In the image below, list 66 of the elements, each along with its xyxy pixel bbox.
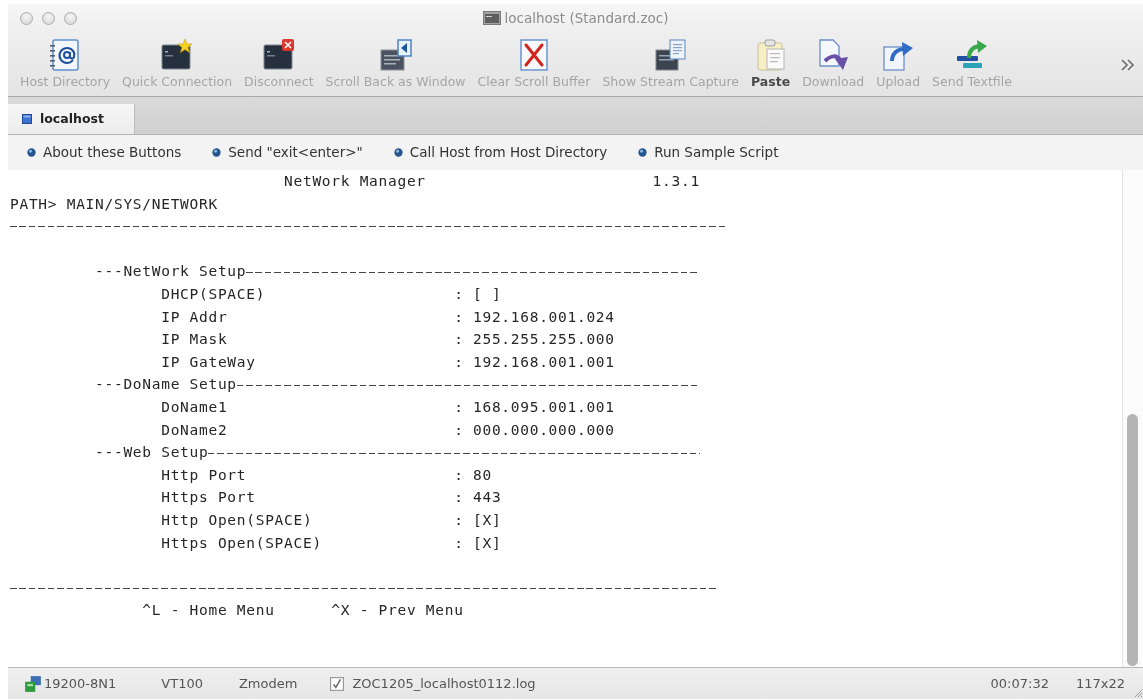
field-value: : 168.095.001.001 <box>454 397 615 417</box>
document-arrow-icon <box>882 39 915 71</box>
section-title: ---NetWork Setup <box>95 262 247 282</box>
field-label: IP Addr <box>161 307 228 327</box>
field-value: : [X] <box>454 510 502 530</box>
toolbar-button[interactable]: Paste <box>751 39 791 96</box>
document-arrow-icon <box>817 39 850 71</box>
script-button[interactable]: Call Host from Host Directory <box>393 142 608 163</box>
field-label: Http Port <box>161 465 247 485</box>
script-button[interactable]: Run Sample Script <box>638 142 779 163</box>
minimize-button[interactable] <box>42 11 55 25</box>
close-button[interactable] <box>20 11 33 25</box>
emulation-text: VT100 <box>161 674 203 693</box>
field-value: : 255.255.255.000 <box>454 330 615 350</box>
field-value: : 192.168.001.001 <box>454 352 615 372</box>
tab[interactable]: localhost <box>8 104 135 134</box>
protocol-text: Zmodem <box>238 674 298 693</box>
document-x-icon <box>517 39 550 71</box>
section-title: ---Web Setup <box>95 443 209 463</box>
field-label: DoName2 <box>161 420 228 440</box>
terminal-document-icon <box>654 39 687 71</box>
terminal-size-text: 117x22 <box>1075 674 1125 693</box>
address-book-icon <box>49 39 81 71</box>
zoom-button[interactable] <box>64 11 77 25</box>
bullet-icon <box>638 148 648 157</box>
terminal-window-icon <box>379 39 412 71</box>
log-checkbox[interactable] <box>330 676 345 691</box>
field-label: DoName1 <box>161 397 228 417</box>
field-value: : [X] <box>454 533 502 553</box>
terminal-star-icon <box>161 39 194 71</box>
screen-title: NetWork Manager <box>284 172 426 191</box>
port-settings-text: 19200-8N1 <box>44 674 117 693</box>
key-hint: ^X - Prev Menu <box>331 601 464 621</box>
text-arrow-icon <box>956 39 988 71</box>
overflow-button[interactable] <box>1120 59 1136 71</box>
window-title: localhost (Standard.zoc) <box>504 8 669 28</box>
tab-square-icon <box>22 114 32 124</box>
log-file-text: ZOC1205_localhost0112.log <box>352 674 536 693</box>
session-time-text: 00:07:32 <box>990 674 1049 693</box>
field-label: Http Open(SPACE) <box>161 510 313 530</box>
version-text: 1.3.1 <box>652 172 700 191</box>
field-label: Https Open(SPACE) <box>161 533 322 553</box>
bullet-icon <box>27 148 36 157</box>
field-value: : [ ] <box>454 284 502 304</box>
terminal-x-icon <box>262 39 295 71</box>
terminal-icon <box>482 11 501 25</box>
script-button[interactable]: Send "exit<enter>" <box>212 142 363 163</box>
clipboard-icon <box>754 39 787 71</box>
field-label: DHCP(SPACE) <box>161 284 266 304</box>
scrollbar-thumb[interactable] <box>1127 414 1138 666</box>
field-value: : 80 <box>454 465 492 485</box>
field-label: IP GateWay <box>161 352 256 372</box>
script-button[interactable]: About these Buttons <box>27 142 182 163</box>
section-title: ---DoName Setup <box>95 375 237 395</box>
key-hint: ^L - Home Menu <box>142 601 275 621</box>
field-label: Https Port <box>161 488 256 508</box>
chevron-double-icon <box>1120 59 1136 71</box>
path-text: PATH> MAIN/SYS/NETWORK <box>10 195 218 212</box>
bullet-icon <box>393 148 403 157</box>
field-value: : 443 <box>454 488 502 508</box>
field-label: IP Mask <box>161 330 228 350</box>
connection-icon <box>24 674 42 693</box>
field-value: : 192.168.001.024 <box>454 307 615 327</box>
bullet-icon <box>212 148 222 157</box>
resize-grip-icon[interactable] <box>1133 688 1143 698</box>
field-value: : 000.000.000.000 <box>454 420 615 440</box>
